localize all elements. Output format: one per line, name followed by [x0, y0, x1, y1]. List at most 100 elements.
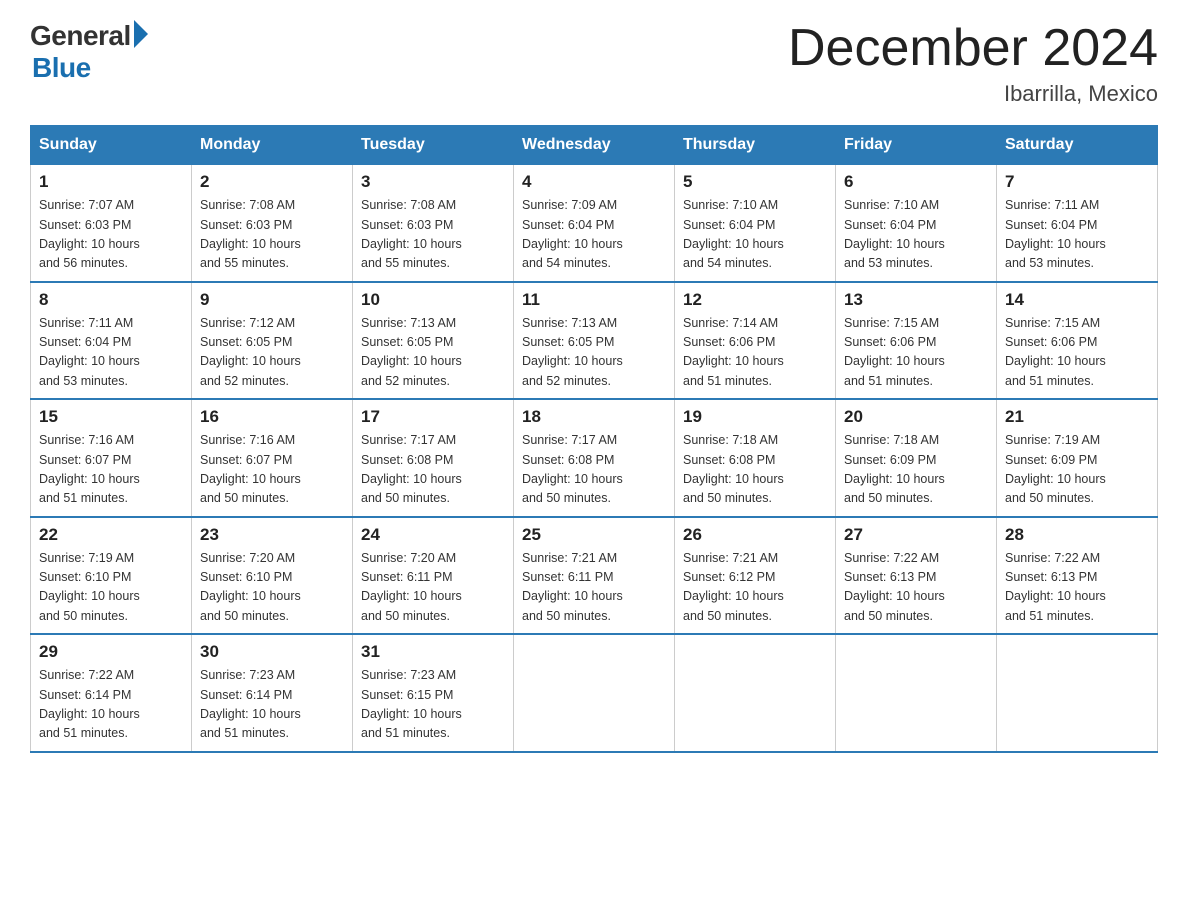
- calendar-cell: 25 Sunrise: 7:21 AMSunset: 6:11 PMDaylig…: [514, 517, 675, 635]
- calendar-table: SundayMondayTuesdayWednesdayThursdayFrid…: [30, 125, 1158, 753]
- day-detail: Sunrise: 7:23 AMSunset: 6:14 PMDaylight:…: [200, 668, 301, 740]
- calendar-cell: 18 Sunrise: 7:17 AMSunset: 6:08 PMDaylig…: [514, 399, 675, 517]
- day-number: 25: [522, 525, 666, 545]
- column-header-tuesday: Tuesday: [353, 126, 514, 165]
- day-number: 11: [522, 290, 666, 310]
- calendar-cell: 8 Sunrise: 7:11 AMSunset: 6:04 PMDayligh…: [31, 282, 192, 400]
- day-number: 4: [522, 172, 666, 192]
- day-detail: Sunrise: 7:17 AMSunset: 6:08 PMDaylight:…: [361, 433, 462, 505]
- day-detail: Sunrise: 7:13 AMSunset: 6:05 PMDaylight:…: [361, 316, 462, 388]
- day-number: 19: [683, 407, 827, 427]
- calendar-cell: 21 Sunrise: 7:19 AMSunset: 6:09 PMDaylig…: [997, 399, 1158, 517]
- day-detail: Sunrise: 7:18 AMSunset: 6:08 PMDaylight:…: [683, 433, 784, 505]
- day-number: 9: [200, 290, 344, 310]
- day-number: 8: [39, 290, 183, 310]
- day-number: 30: [200, 642, 344, 662]
- day-number: 31: [361, 642, 505, 662]
- calendar-cell: 7 Sunrise: 7:11 AMSunset: 6:04 PMDayligh…: [997, 165, 1158, 282]
- day-detail: Sunrise: 7:08 AMSunset: 6:03 PMDaylight:…: [361, 198, 462, 270]
- calendar-cell: 16 Sunrise: 7:16 AMSunset: 6:07 PMDaylig…: [192, 399, 353, 517]
- day-number: 16: [200, 407, 344, 427]
- calendar-cell: [997, 634, 1158, 752]
- column-header-sunday: Sunday: [31, 126, 192, 165]
- calendar-cell: 19 Sunrise: 7:18 AMSunset: 6:08 PMDaylig…: [675, 399, 836, 517]
- logo-triangle-icon: [134, 20, 148, 48]
- calendar-week-row: 22 Sunrise: 7:19 AMSunset: 6:10 PMDaylig…: [31, 517, 1158, 635]
- day-number: 26: [683, 525, 827, 545]
- day-number: 20: [844, 407, 988, 427]
- day-detail: Sunrise: 7:22 AMSunset: 6:13 PMDaylight:…: [844, 551, 945, 623]
- calendar-week-row: 8 Sunrise: 7:11 AMSunset: 6:04 PMDayligh…: [31, 282, 1158, 400]
- calendar-cell: 23 Sunrise: 7:20 AMSunset: 6:10 PMDaylig…: [192, 517, 353, 635]
- logo: General Blue: [30, 20, 148, 84]
- calendar-cell: 24 Sunrise: 7:20 AMSunset: 6:11 PMDaylig…: [353, 517, 514, 635]
- day-detail: Sunrise: 7:20 AMSunset: 6:11 PMDaylight:…: [361, 551, 462, 623]
- day-number: 28: [1005, 525, 1149, 545]
- day-number: 5: [683, 172, 827, 192]
- calendar-cell: 10 Sunrise: 7:13 AMSunset: 6:05 PMDaylig…: [353, 282, 514, 400]
- calendar-cell: 5 Sunrise: 7:10 AMSunset: 6:04 PMDayligh…: [675, 165, 836, 282]
- day-detail: Sunrise: 7:18 AMSunset: 6:09 PMDaylight:…: [844, 433, 945, 505]
- calendar-cell: 3 Sunrise: 7:08 AMSunset: 6:03 PMDayligh…: [353, 165, 514, 282]
- day-detail: Sunrise: 7:22 AMSunset: 6:13 PMDaylight:…: [1005, 551, 1106, 623]
- column-header-thursday: Thursday: [675, 126, 836, 165]
- calendar-cell: 15 Sunrise: 7:16 AMSunset: 6:07 PMDaylig…: [31, 399, 192, 517]
- column-header-friday: Friday: [836, 126, 997, 165]
- day-detail: Sunrise: 7:19 AMSunset: 6:09 PMDaylight:…: [1005, 433, 1106, 505]
- day-number: 13: [844, 290, 988, 310]
- day-detail: Sunrise: 7:23 AMSunset: 6:15 PMDaylight:…: [361, 668, 462, 740]
- logo-blue-text: Blue: [32, 52, 91, 84]
- day-number: 15: [39, 407, 183, 427]
- day-number: 21: [1005, 407, 1149, 427]
- calendar-cell: 22 Sunrise: 7:19 AMSunset: 6:10 PMDaylig…: [31, 517, 192, 635]
- day-detail: Sunrise: 7:21 AMSunset: 6:11 PMDaylight:…: [522, 551, 623, 623]
- day-detail: Sunrise: 7:13 AMSunset: 6:05 PMDaylight:…: [522, 316, 623, 388]
- day-detail: Sunrise: 7:12 AMSunset: 6:05 PMDaylight:…: [200, 316, 301, 388]
- day-number: 17: [361, 407, 505, 427]
- calendar-header-row: SundayMondayTuesdayWednesdayThursdayFrid…: [31, 126, 1158, 165]
- calendar-cell: 13 Sunrise: 7:15 AMSunset: 6:06 PMDaylig…: [836, 282, 997, 400]
- page-header: General Blue December 2024 Ibarrilla, Me…: [30, 20, 1158, 107]
- calendar-cell: [836, 634, 997, 752]
- calendar-week-row: 29 Sunrise: 7:22 AMSunset: 6:14 PMDaylig…: [31, 634, 1158, 752]
- day-detail: Sunrise: 7:16 AMSunset: 6:07 PMDaylight:…: [39, 433, 140, 505]
- day-detail: Sunrise: 7:11 AMSunset: 6:04 PMDaylight:…: [39, 316, 140, 388]
- calendar-cell: 14 Sunrise: 7:15 AMSunset: 6:06 PMDaylig…: [997, 282, 1158, 400]
- day-detail: Sunrise: 7:11 AMSunset: 6:04 PMDaylight:…: [1005, 198, 1106, 270]
- day-detail: Sunrise: 7:17 AMSunset: 6:08 PMDaylight:…: [522, 433, 623, 505]
- day-detail: Sunrise: 7:15 AMSunset: 6:06 PMDaylight:…: [844, 316, 945, 388]
- column-header-monday: Monday: [192, 126, 353, 165]
- calendar-title: December 2024: [788, 20, 1158, 77]
- calendar-cell: 20 Sunrise: 7:18 AMSunset: 6:09 PMDaylig…: [836, 399, 997, 517]
- calendar-cell: [514, 634, 675, 752]
- day-detail: Sunrise: 7:15 AMSunset: 6:06 PMDaylight:…: [1005, 316, 1106, 388]
- calendar-week-row: 1 Sunrise: 7:07 AMSunset: 6:03 PMDayligh…: [31, 165, 1158, 282]
- day-number: 29: [39, 642, 183, 662]
- calendar-subtitle: Ibarrilla, Mexico: [788, 81, 1158, 107]
- day-number: 10: [361, 290, 505, 310]
- day-detail: Sunrise: 7:14 AMSunset: 6:06 PMDaylight:…: [683, 316, 784, 388]
- day-number: 12: [683, 290, 827, 310]
- day-number: 14: [1005, 290, 1149, 310]
- day-number: 18: [522, 407, 666, 427]
- day-detail: Sunrise: 7:08 AMSunset: 6:03 PMDaylight:…: [200, 198, 301, 270]
- day-detail: Sunrise: 7:22 AMSunset: 6:14 PMDaylight:…: [39, 668, 140, 740]
- day-detail: Sunrise: 7:16 AMSunset: 6:07 PMDaylight:…: [200, 433, 301, 505]
- day-detail: Sunrise: 7:07 AMSunset: 6:03 PMDaylight:…: [39, 198, 140, 270]
- day-detail: Sunrise: 7:10 AMSunset: 6:04 PMDaylight:…: [683, 198, 784, 270]
- day-number: 23: [200, 525, 344, 545]
- column-header-wednesday: Wednesday: [514, 126, 675, 165]
- day-detail: Sunrise: 7:19 AMSunset: 6:10 PMDaylight:…: [39, 551, 140, 623]
- calendar-cell: [675, 634, 836, 752]
- day-number: 22: [39, 525, 183, 545]
- day-detail: Sunrise: 7:09 AMSunset: 6:04 PMDaylight:…: [522, 198, 623, 270]
- calendar-cell: 17 Sunrise: 7:17 AMSunset: 6:08 PMDaylig…: [353, 399, 514, 517]
- day-number: 6: [844, 172, 988, 192]
- calendar-cell: 12 Sunrise: 7:14 AMSunset: 6:06 PMDaylig…: [675, 282, 836, 400]
- calendar-cell: 11 Sunrise: 7:13 AMSunset: 6:05 PMDaylig…: [514, 282, 675, 400]
- calendar-cell: 31 Sunrise: 7:23 AMSunset: 6:15 PMDaylig…: [353, 634, 514, 752]
- day-number: 2: [200, 172, 344, 192]
- logo-general-text: General: [30, 20, 131, 52]
- calendar-cell: 2 Sunrise: 7:08 AMSunset: 6:03 PMDayligh…: [192, 165, 353, 282]
- day-detail: Sunrise: 7:20 AMSunset: 6:10 PMDaylight:…: [200, 551, 301, 623]
